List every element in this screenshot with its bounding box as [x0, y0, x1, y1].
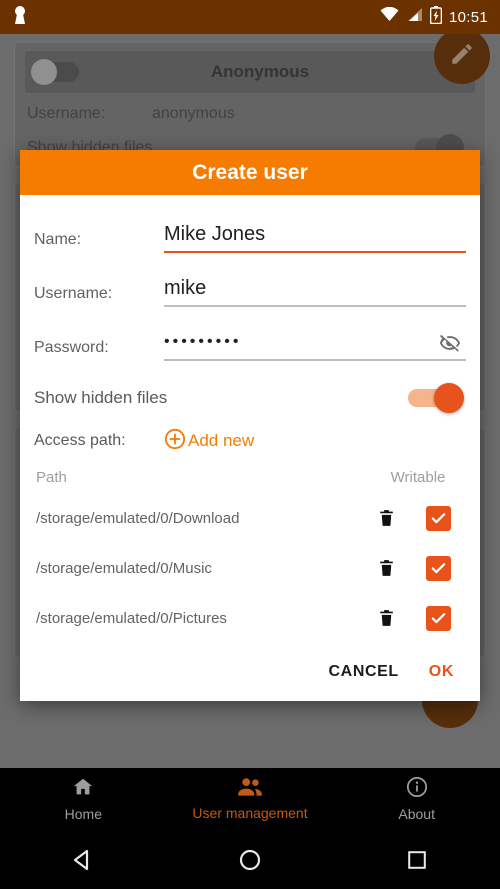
background-username-value: anonymous — [152, 105, 235, 122]
password-field-row: Password: ••••••••• — [34, 313, 466, 367]
dialog-body: Name: Mike Jones Username: mike Password… — [20, 195, 480, 643]
dialog-action-bar: CANCEL OK — [20, 643, 480, 701]
add-new-label: Add new — [188, 431, 255, 450]
status-bar-left — [12, 5, 380, 30]
password-input-underline — [164, 359, 466, 361]
show-hidden-files-label: Show hidden files — [34, 388, 168, 407]
trash-icon[interactable] — [360, 507, 412, 529]
dialog-title: Create user — [192, 160, 308, 184]
trash-icon[interactable] — [360, 557, 412, 579]
key-lock-icon — [12, 5, 28, 30]
info-circle-icon — [406, 776, 428, 803]
table-row: /storage/emulated/0/Pictures — [34, 593, 466, 643]
square-recents-icon[interactable] — [333, 849, 500, 871]
status-bar: 10:51 — [0, 0, 500, 34]
wifi-icon — [380, 6, 399, 27]
background-card-title: Anonymous — [210, 62, 310, 81]
column-header-path: Path — [36, 468, 67, 486]
writable-checkbox[interactable] — [412, 505, 464, 531]
circle-home-icon[interactable] — [167, 848, 334, 872]
access-path-label: Access path: — [34, 432, 126, 449]
password-input-row: ••••••••• — [164, 329, 466, 359]
background-username-label: Username: — [27, 105, 106, 122]
show-hidden-files-toggle[interactable] — [408, 383, 464, 413]
name-input-underline — [164, 251, 466, 253]
phone-screen: 10:51 Anonymous Username: anonymous Show… — [0, 0, 500, 889]
checkbox-checked — [425, 505, 451, 531]
ok-button[interactable]: OK — [429, 663, 454, 681]
background-enable-toggle[interactable] — [31, 59, 79, 85]
name-input[interactable]: Mike Jones — [164, 223, 466, 251]
background-username-row: Username: anonymous — [27, 105, 473, 123]
status-bar-clock: 10:51 — [448, 8, 488, 26]
username-field-row: Username: mike — [34, 259, 466, 313]
pencil-edit-icon — [449, 41, 475, 72]
table-row: /storage/emulated/0/Music — [34, 543, 466, 593]
writable-checkbox[interactable] — [412, 605, 464, 631]
nav-item-home[interactable]: Home — [0, 776, 167, 822]
nav-item-user-management[interactable]: User management — [167, 777, 334, 821]
checkbox-checked — [425, 555, 451, 581]
paths-table-header: Path Writable — [34, 461, 466, 493]
background-card-header: Anonymous — [25, 51, 475, 93]
bottom-navigation: Home User management About — [0, 768, 500, 830]
writable-checkbox[interactable] — [412, 555, 464, 581]
access-path-row: Access path: Add new — [34, 421, 466, 461]
dialog-title-bar: Create user — [20, 150, 480, 195]
status-bar-right: 10:51 — [380, 5, 488, 29]
path-value: /storage/emulated/0/Download — [36, 509, 240, 527]
system-navigation-bar — [0, 830, 500, 889]
password-field-label: Password: — [34, 339, 109, 356]
show-hidden-files-row: Show hidden files — [34, 375, 466, 421]
username-field-label: Username: — [34, 285, 113, 302]
username-input[interactable]: mike — [164, 277, 466, 305]
name-field-wrap[interactable]: Mike Jones — [164, 223, 466, 259]
username-field-wrap[interactable]: mike — [164, 277, 466, 313]
add-new-path-button[interactable]: Add new — [164, 428, 254, 455]
background-edit-fab[interactable] — [434, 28, 490, 84]
nav-label-about: About — [398, 806, 435, 822]
toggle-knob — [434, 383, 464, 413]
path-value: /storage/emulated/0/Pictures — [36, 609, 227, 627]
name-field-label: Name: — [34, 231, 82, 248]
name-field-row: Name: Mike Jones — [34, 205, 466, 259]
plus-circle-icon — [164, 428, 186, 455]
create-user-dialog: Create user Name: Mike Jones Username: m… — [20, 150, 480, 701]
nav-item-about[interactable]: About — [333, 776, 500, 822]
background-user-card-anonymous: Anonymous Username: anonymous Show hidde… — [14, 42, 486, 167]
nav-label-home: Home — [64, 806, 103, 822]
table-row: /storage/emulated/0/Download — [34, 493, 466, 543]
nav-label-user-management: User management — [192, 805, 308, 821]
home-icon — [72, 776, 94, 803]
password-field-wrap[interactable]: ••••••••• — [164, 329, 466, 367]
cancel-button[interactable]: CANCEL — [329, 663, 399, 681]
cell-signal-icon — [406, 7, 423, 27]
eye-off-icon[interactable] — [434, 329, 466, 357]
column-header-writable: Writable — [390, 468, 446, 486]
triangle-back-icon[interactable] — [0, 848, 167, 872]
trash-icon[interactable] — [360, 607, 412, 629]
username-input-underline — [164, 305, 466, 307]
path-value: /storage/emulated/0/Music — [36, 559, 212, 577]
battery-charging-icon — [429, 5, 443, 29]
password-input[interactable]: ••••••••• — [164, 333, 434, 359]
people-icon — [237, 777, 263, 802]
checkbox-checked — [425, 605, 451, 631]
